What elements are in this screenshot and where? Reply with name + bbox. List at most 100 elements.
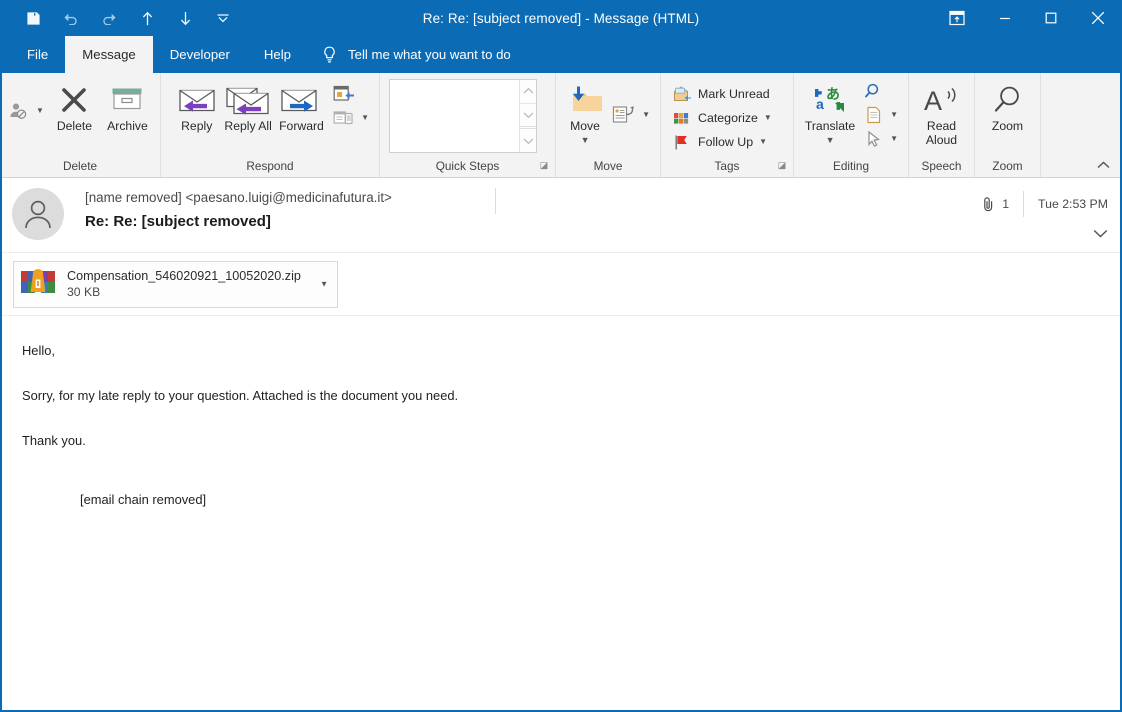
ribbon-tab-bar: File Message Developer Help Tell me what… xyxy=(0,36,1122,73)
move-label: Move xyxy=(570,119,600,133)
title-bar: Re: Re: [subject removed] - Message (HTM… xyxy=(0,0,1122,36)
group-label-speech: Speech xyxy=(909,156,974,177)
group-label-editing: Editing xyxy=(794,156,908,177)
message-timestamp: Tue 2:53 PM xyxy=(1038,197,1108,211)
find-button[interactable]: ▼ xyxy=(860,79,902,103)
reply-all-label: Reply All xyxy=(224,119,271,133)
quick-steps-dialog-launcher-icon[interactable]: ◪ xyxy=(539,160,549,170)
group-label-delete: Delete xyxy=(0,156,160,177)
zoom-magnifier-icon xyxy=(992,83,1024,117)
tab-file[interactable]: File xyxy=(10,36,65,73)
junk-dropdown-chevron-down-icon: ▼ xyxy=(36,107,44,115)
mark-unread-button[interactable]: Mark Unread xyxy=(669,82,776,106)
body-greeting: Hello, xyxy=(22,342,1100,359)
group-label-tags-text: Tags xyxy=(715,159,740,173)
attachment-count-indicator: 1 xyxy=(982,196,1009,212)
quick-access-toolbar xyxy=(0,0,234,36)
maximize-icon[interactable] xyxy=(1028,0,1074,36)
minimize-icon[interactable] xyxy=(982,0,1028,36)
group-label-tags: Tags ◪ xyxy=(661,156,793,177)
rules-button[interactable]: ▼ xyxy=(608,103,654,127)
translate-dropdown-chevron-down-icon[interactable]: ▼ xyxy=(826,133,835,147)
tell-me-search[interactable]: Tell me what you want to do xyxy=(322,36,511,73)
follow-up-chevron-down-icon: ▼ xyxy=(759,138,767,146)
rules-icon xyxy=(612,105,636,125)
read-aloud-button[interactable]: A Read Aloud xyxy=(915,77,968,147)
meeting-button[interactable]: ▼ xyxy=(329,82,373,106)
group-label-zoom: Zoom xyxy=(975,156,1040,177)
undo-icon[interactable] xyxy=(60,6,82,30)
message-header-text: [name removed] <paesano.luigi@medicinafu… xyxy=(85,188,392,230)
avatar[interactable] xyxy=(12,188,64,240)
quick-steps-scrollbar[interactable] xyxy=(519,80,536,152)
meeting-icon xyxy=(333,84,355,104)
select-pointer-button[interactable]: ▼ xyxy=(860,127,902,151)
archive-label: Archive xyxy=(107,119,148,133)
follow-up-button[interactable]: Follow Up ▼ xyxy=(669,130,776,154)
reply-button[interactable]: Reply xyxy=(171,77,222,133)
find-icon xyxy=(864,82,884,100)
outlook-message-window: Re: Re: [subject removed] - Message (HTM… xyxy=(0,0,1122,712)
move-folder-icon xyxy=(567,83,603,117)
tab-message[interactable]: Message xyxy=(65,36,153,73)
attachment-filesize: 30 KB xyxy=(67,284,301,300)
move-button[interactable]: Move ▼ xyxy=(562,77,608,147)
select-pointer-chevron-down-icon: ▼ xyxy=(890,135,898,143)
message-body: Hello, Sorry, for my late reply to your … xyxy=(2,316,1120,712)
ribbon-display-options-icon[interactable] xyxy=(932,0,982,36)
group-label-quick-steps: Quick Steps ◪ xyxy=(380,156,555,177)
save-icon[interactable] xyxy=(22,6,44,30)
svg-text:あ: あ xyxy=(826,86,840,102)
zoom-button[interactable]: Zoom xyxy=(981,77,1034,133)
winrar-archive-icon xyxy=(20,267,56,301)
move-dropdown-chevron-down-icon[interactable]: ▼ xyxy=(581,133,590,147)
delete-label: Delete xyxy=(57,119,92,133)
customize-qat-chevron-down-icon[interactable] xyxy=(212,6,234,30)
forward-icon xyxy=(280,83,322,117)
expand-header-chevron-down-icon[interactable] xyxy=(1093,226,1108,241)
group-label-respond: Respond xyxy=(161,156,379,177)
junk-button[interactable]: ▼ xyxy=(4,99,48,123)
group-label-move: Move xyxy=(556,156,660,177)
redo-icon[interactable] xyxy=(98,6,120,30)
more-respond-button[interactable]: ▼ xyxy=(329,106,373,130)
close-icon[interactable] xyxy=(1074,0,1122,36)
quick-steps-list[interactable] xyxy=(390,80,519,152)
follow-up-label: Follow Up xyxy=(698,135,753,149)
categorize-icon xyxy=(673,110,692,127)
translate-icon: a あ xyxy=(813,83,847,117)
archive-button[interactable]: Archive xyxy=(101,77,154,133)
collapse-ribbon-chevron-up-icon[interactable] xyxy=(1094,156,1112,174)
select-document-chevron-down-icon: ▼ xyxy=(890,111,898,119)
junk-blocked-sender-icon xyxy=(8,101,30,121)
attachment-bar: Compensation_546020921_10052020.zip 30 K… xyxy=(2,253,1120,316)
tab-developer[interactable]: Developer xyxy=(153,36,247,73)
tab-help[interactable]: Help xyxy=(247,36,308,73)
categorize-button[interactable]: Categorize ▼ xyxy=(669,106,776,130)
ribbon-group-editing: a あ Translate ▼ xyxy=(793,73,908,177)
delete-button[interactable]: Delete xyxy=(48,77,101,133)
ribbon-group-quick-steps: Quick Steps ◪ xyxy=(379,73,555,177)
attachment-item[interactable]: Compensation_546020921_10052020.zip 30 K… xyxy=(13,261,338,308)
forward-button[interactable]: Forward xyxy=(274,77,329,133)
down-arrow-icon[interactable] xyxy=(174,6,196,30)
attachment-meta: Compensation_546020921_10052020.zip 30 K… xyxy=(67,268,301,300)
reply-all-button[interactable]: Reply All xyxy=(222,77,273,133)
body-paragraph: Sorry, for my late reply to your questio… xyxy=(22,387,1100,404)
ribbon-group-speech: A Read Aloud Speech xyxy=(908,73,974,177)
translate-button[interactable]: a あ Translate ▼ xyxy=(800,77,860,147)
reply-icon xyxy=(176,83,218,117)
quick-steps-scroll-up-icon[interactable] xyxy=(520,80,536,103)
ribbon: ▼ Delete xyxy=(0,73,1122,178)
up-arrow-icon[interactable] xyxy=(136,6,158,30)
quick-steps-more-icon[interactable] xyxy=(520,126,536,152)
person-avatar-icon xyxy=(21,197,55,231)
svg-text:a: a xyxy=(816,96,824,112)
quick-steps-gallery[interactable] xyxy=(389,79,537,153)
tags-dialog-launcher-icon[interactable]: ◪ xyxy=(777,160,787,170)
reply-label: Reply xyxy=(181,119,212,133)
quick-steps-scroll-down-icon[interactable] xyxy=(520,103,536,127)
message-header-meta: 1 Tue 2:53 PM xyxy=(982,191,1108,217)
attachment-menu-chevron-down-icon[interactable]: ▼ xyxy=(320,280,328,289)
select-document-button[interactable]: ▼ xyxy=(860,103,902,127)
